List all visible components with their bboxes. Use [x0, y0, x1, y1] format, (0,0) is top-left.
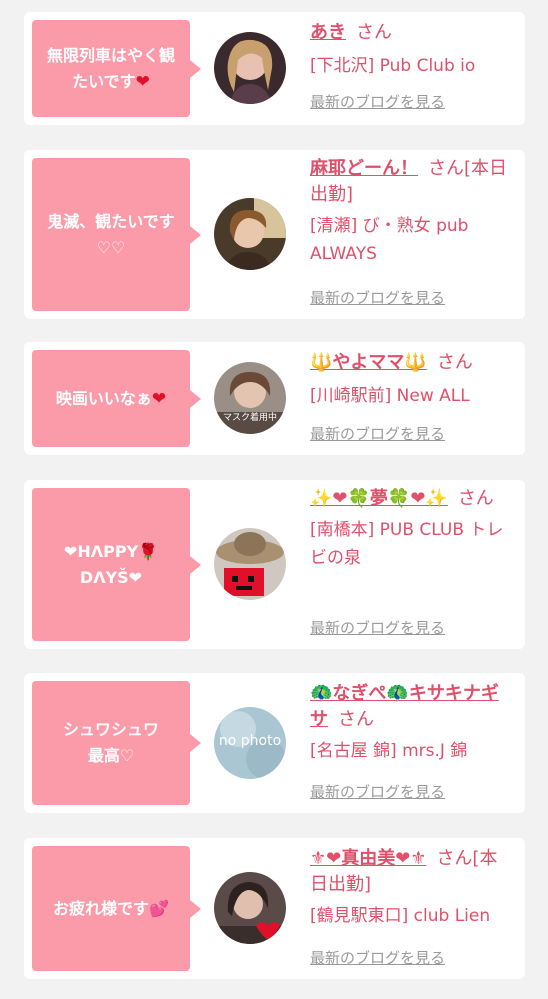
comment-emoji: ❤ — [135, 71, 150, 92]
blog-link[interactable]: 最新のブログを見る — [310, 617, 445, 638]
blog-link[interactable]: 最新のブログを見る — [310, 423, 445, 444]
blog-link[interactable]: 最新のブログを見る — [310, 781, 445, 802]
comment-card: 映画いいなぁ❤ マスク着用中 🔱やよママ🔱 さん [川崎駅前] New ALL 最… — [24, 342, 525, 455]
comment-bubble: シュワシュワ最高♡ — [32, 681, 201, 805]
woman-portrait-icon — [214, 362, 286, 434]
honorific: さん — [457, 488, 494, 509]
comment-text: シュワシュワ最高♡ — [62, 720, 159, 765]
comment-text: 鬼滅、観たいです♡♡ — [47, 211, 175, 257]
shop-label[interactable]: [鶴見駅東口] club Lien — [310, 902, 510, 930]
comment-text: 無限列車はやく観たいです — [46, 45, 175, 91]
shop-label[interactable]: [下北沢] Pub Club io — [310, 52, 510, 80]
comment-bubble: 無限列車はやく観たいです❤ — [32, 20, 201, 117]
comment-card: シュワシュワ最高♡ no photo 🦚なぎぺ🦚キサキナギサ さん [名古屋 錦]… — [24, 673, 525, 813]
blog-link[interactable]: 最新のブログを見る — [310, 287, 445, 308]
comment-text: 映画いいなぁ — [55, 388, 152, 408]
host-name-link[interactable]: ⚜❤真由美❤⚜ — [310, 848, 426, 869]
shop-label[interactable]: [川崎駅前] New ALL — [310, 382, 510, 410]
comment-bubble: 鬼滅、観たいです♡♡ — [32, 158, 201, 311]
host-name-link[interactable]: あき — [310, 22, 346, 43]
comment-bubble: 映画いいなぁ❤ — [32, 350, 201, 447]
woman-portrait-icon — [214, 198, 286, 270]
avatar-caption: no photo — [218, 733, 282, 749]
honorific: さん — [436, 352, 473, 373]
host-name-link[interactable]: ✨❤🍀夢🍀❤✨ — [310, 488, 448, 509]
comment-card: お疲れ様です💕 ⚜❤真由美❤⚜ さん[本日出勤] [鶴見駅東口] club Lie… — [24, 838, 525, 979]
woman-portrait-icon — [214, 32, 286, 104]
woman-portrait-heart-icon — [214, 872, 286, 944]
host-name-link[interactable]: 🔱やよママ🔱 — [310, 352, 427, 373]
hat-pixel-face-icon — [214, 528, 286, 600]
avatar[interactable] — [214, 198, 286, 270]
avatar[interactable]: no photo — [214, 707, 286, 779]
comment-bubble: お疲れ様です💕 — [32, 846, 201, 971]
avatar[interactable] — [214, 528, 286, 600]
shop-label[interactable]: [清瀬] び・熟女 pub ALWAYS — [310, 212, 510, 268]
shop-label[interactable]: [名古屋 錦] mrs.J 錦 — [310, 737, 510, 765]
comment-card: ❤HΛPPY🌹DΛYŠ❤ ✨❤🍀夢🍀❤✨ さん [南橋本] PUB CLUB トレ… — [24, 480, 525, 649]
avatar[interactable] — [214, 872, 286, 944]
avatar[interactable] — [214, 32, 286, 104]
comment-card: 無限列車はやく観たいです❤ あき さん [下北沢] Pub Club io 最新の… — [24, 12, 525, 125]
honorific: さん — [356, 22, 392, 43]
blog-link[interactable]: 最新のブログを見る — [310, 91, 445, 112]
honorific: さん — [338, 709, 374, 730]
comment-emoji: ❤ — [151, 388, 167, 409]
avatar[interactable]: マスク着用中 — [214, 362, 286, 434]
comment-text: ❤HΛPPY🌹DΛYŠ❤ — [63, 541, 159, 587]
shop-label[interactable]: [南橋本] PUB CLUB トレビの泉 — [310, 516, 510, 572]
comment-text: お疲れ様です — [53, 898, 150, 918]
comment-emoji: 💕 — [149, 898, 169, 918]
comment-card: 鬼滅、観たいです♡♡ 麻耶どーん！ さん[本日出勤] [清瀬] び・熟女 pub … — [24, 150, 525, 319]
blog-link[interactable]: 最新のブログを見る — [310, 947, 445, 968]
comment-bubble: ❤HΛPPY🌹DΛYŠ❤ — [32, 488, 201, 641]
host-name-link[interactable]: 麻耶どーん！ — [310, 158, 418, 179]
avatar-caption: マスク着用中 — [222, 413, 277, 423]
